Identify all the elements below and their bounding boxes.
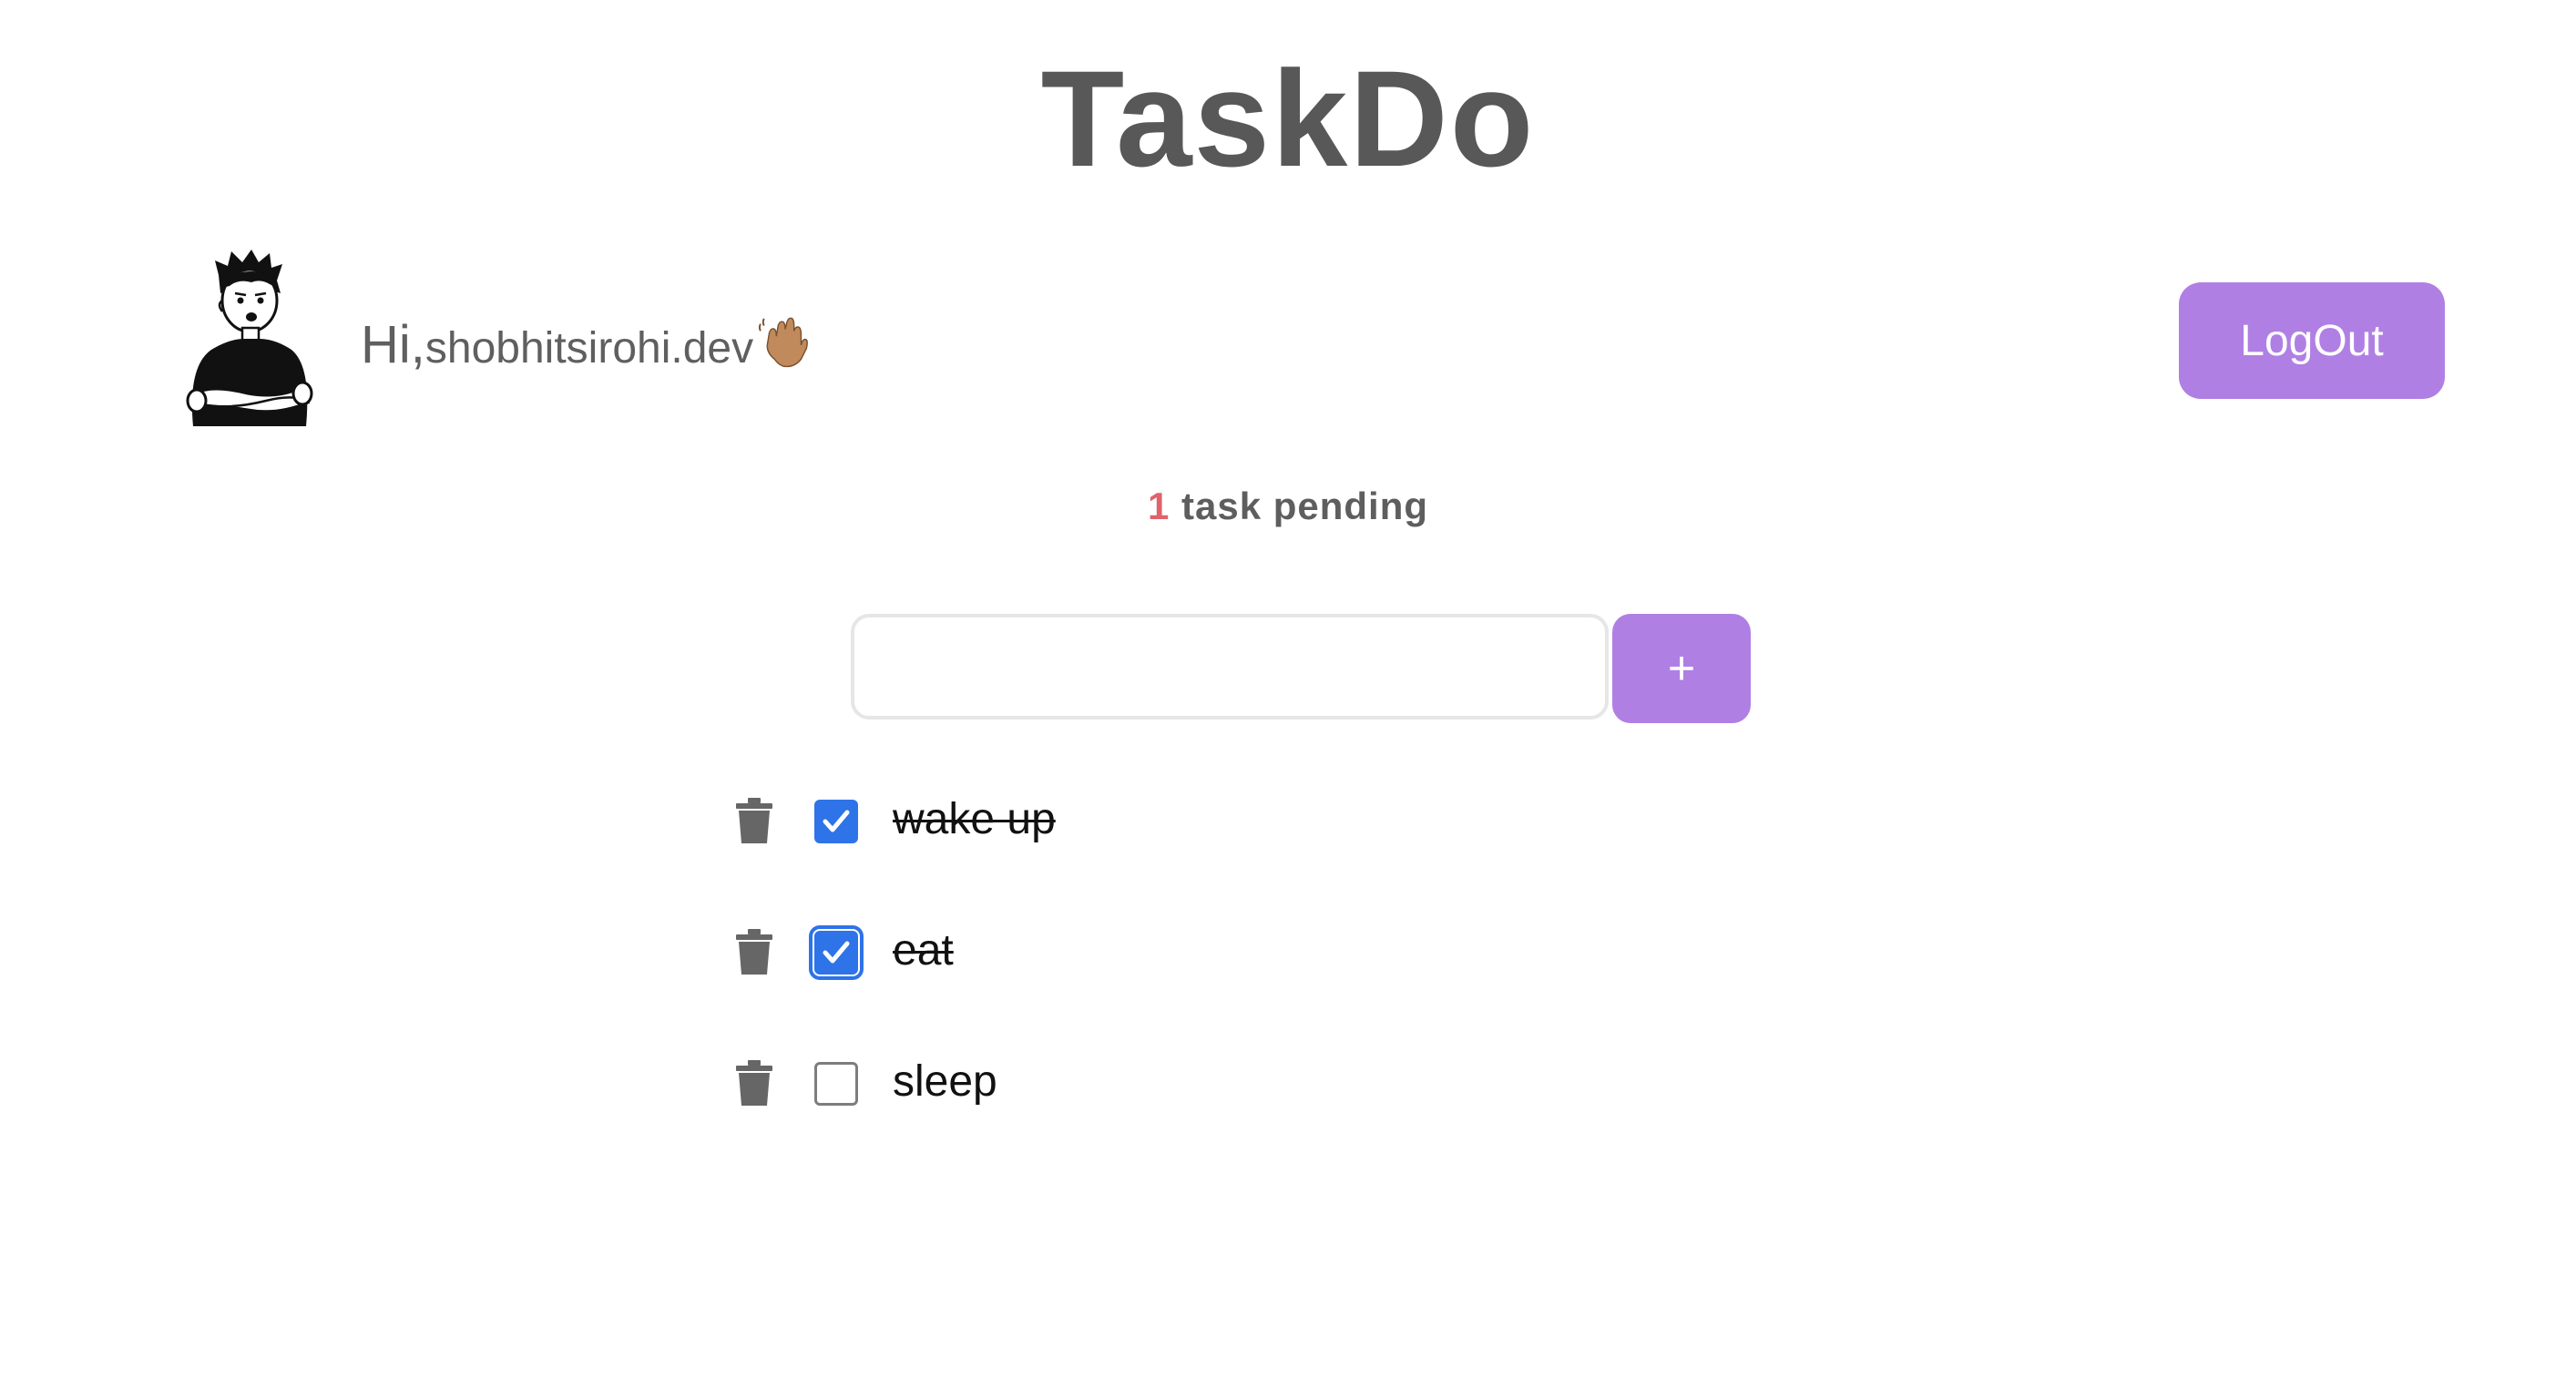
task-checkbox[interactable]: [809, 925, 864, 980]
pending-count: 1: [1147, 485, 1170, 527]
app-title: TaskDo: [1040, 42, 1536, 195]
task-label: eat: [893, 926, 954, 975]
add-task-button[interactable]: +: [1612, 614, 1751, 723]
trash-icon[interactable]: [736, 1060, 772, 1106]
pending-summary: 1 task pending: [0, 485, 2576, 528]
waving-hand-icon: [759, 317, 809, 368]
avatar: [186, 250, 313, 426]
task-checkbox[interactable]: [814, 1062, 858, 1106]
task-checkbox[interactable]: [814, 800, 858, 843]
greeting-hi: Hi,: [361, 315, 425, 374]
username: shobhitsirohi.dev: [424, 324, 754, 373]
trash-icon[interactable]: [736, 798, 772, 843]
task-item: sleep: [729, 1046, 1822, 1118]
pending-text: task pending: [1170, 485, 1429, 527]
trash-icon[interactable]: [736, 929, 772, 975]
task-item: wake up: [729, 783, 1822, 856]
logout-button[interactable]: LogOut: [2179, 282, 2445, 399]
new-task-input[interactable]: [851, 614, 1609, 720]
task-label: wake up: [893, 795, 1056, 843]
task-item: eat: [729, 914, 1822, 987]
greeting: Hi, shobhitsirohi.dev: [361, 306, 813, 379]
task-label: sleep: [893, 1057, 997, 1106]
